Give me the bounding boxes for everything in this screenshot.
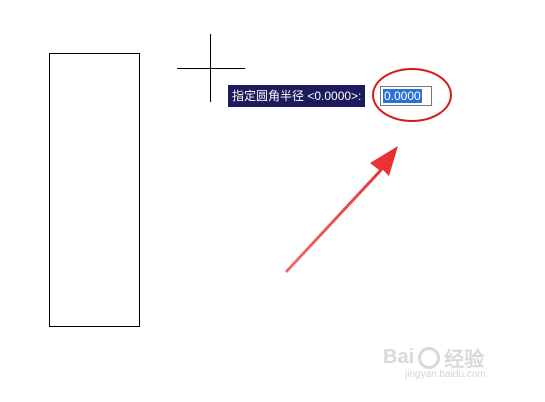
watermark-brand-suffix: 经验	[444, 349, 485, 371]
annotation-arrow-shape	[285, 146, 398, 273]
baidu-watermark: Bai 经验 jingyan.baidu.com	[383, 343, 533, 388]
drawing-canvas[interactable]: 指定圆角半径 <0.0000>: 0.0000 Bai 经验 jingyan.b…	[0, 0, 545, 402]
watermark-brand: Bai	[383, 346, 415, 368]
paw-icon	[418, 346, 441, 369]
watermark-url: jingyan.baidu.com	[405, 369, 486, 380]
annotation-arrow-icon	[285, 146, 398, 273]
